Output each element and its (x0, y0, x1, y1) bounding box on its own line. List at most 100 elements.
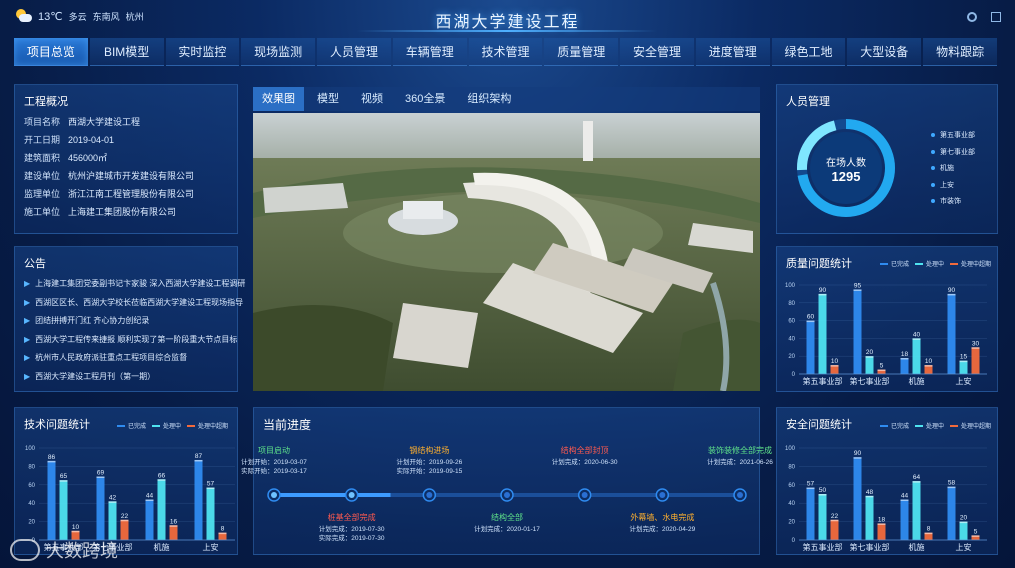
tech-panel: 技术问题统计 已完成 处理中 处理中超期 0 20 40 60 80 100 86 65 10 第… (14, 407, 238, 555)
bar-cap (830, 519, 839, 522)
bar-value-label: 5 (880, 363, 884, 370)
top-bar: 13℃ 多云 东南风 杭州 西湖大学建设工程 (0, 0, 1015, 36)
personnel-legend-item: 第五事业部 (931, 130, 975, 140)
bar-value-label: 15 (960, 354, 968, 361)
nav-item-2[interactable]: 实时监控 (165, 38, 240, 66)
bar (145, 499, 154, 540)
legend-dot-icon (931, 133, 935, 138)
notice-item[interactable]: ▶ 上海建工集团党委副书记卞家骏 深入西湖大学建设工程调研 (24, 278, 245, 289)
milestone: 装饰装修全部完成 计划完成：2021-06-26 (695, 445, 785, 467)
bar-cap (108, 501, 117, 503)
page-title: 西湖大学建设工程 (435, 14, 580, 31)
tab-0[interactable]: 效果图 (253, 87, 304, 111)
bar-cap (853, 457, 862, 459)
fullscreen-icon[interactable] (991, 12, 1001, 22)
x-tick-label: 上安 (203, 542, 219, 552)
tab-4[interactable]: 组织架构 (458, 87, 520, 111)
tab-1[interactable]: 模型 (308, 87, 348, 111)
notice-item[interactable]: ▶ 杭州市人民政府派驻重点工程项目综合监督 (24, 352, 187, 363)
milestone-date: 实际完成：2019-07-30 (318, 535, 385, 542)
milestone-date: 计划完成：2020-04-29 (629, 526, 696, 533)
bar-cap (947, 293, 956, 296)
x-tick-label: 机施 (909, 376, 925, 386)
bar-cap (912, 338, 921, 340)
notice-text: 杭州市人民政府派驻重点工程项目综合监督 (35, 353, 188, 362)
bar-value-label: 69 (97, 470, 105, 477)
nav-item-5[interactable]: 车辆管理 (392, 38, 467, 66)
bar-value-label: 30 (972, 340, 980, 347)
bar-cap (865, 495, 874, 498)
bar-value-label: 60 (807, 314, 815, 321)
personnel-legend-label: 机施 (940, 165, 954, 172)
y-tick-label: 40 (28, 501, 35, 507)
bar-value-label: 86 (48, 454, 56, 461)
nav-item-4[interactable]: 人员管理 (317, 38, 391, 66)
milestone: 项目启动 计划开始：2019-03-07 实际开始：2019-03-17 (229, 445, 319, 476)
overview-key: 开工日期 (24, 135, 61, 145)
nav-item-1[interactable]: BIM模型 (89, 38, 164, 66)
nav-item-0[interactable]: 项目总览 (14, 38, 88, 66)
personnel-legend-item: 上安 (931, 180, 954, 190)
bar (865, 356, 874, 374)
bar (865, 495, 874, 540)
nav-item-3[interactable]: 现场监测 (241, 38, 316, 66)
bar-cap (959, 521, 968, 524)
bar-cap (971, 347, 980, 349)
milestone-name: 结构全部封顶 (560, 446, 609, 455)
personnel-legend-label: 市装饰 (940, 198, 961, 205)
notice-item[interactable]: ▶ 西湖区区长、西湖大学校长莅临西湖大学建设工程现场指导 (24, 297, 243, 308)
quality-panel: 质量问题统计 已完成 处理中 处理中超期 0 20 40 60 80 100 60 90 10 第… (776, 246, 998, 392)
tab-3[interactable]: 360全景 (396, 87, 454, 111)
personnel-legend-item: 第七事业部 (931, 147, 975, 157)
overview-value: 上海建工集团股份有限公司 (68, 207, 177, 217)
milestone-name: 钢结构进场 (409, 446, 450, 455)
arrow-right-icon: ▶ (24, 279, 31, 288)
milestone-dot (271, 492, 277, 498)
personnel-title: 人员管理 (786, 96, 830, 108)
nav-item-12[interactable]: 物料跟踪 (923, 38, 997, 66)
notice-item[interactable]: ▶ 西湖大学工程传来捷报 顺利实现了第一阶段重大节点目标 (24, 334, 237, 345)
bar (96, 476, 105, 540)
overview-key: 项目名称 (24, 117, 61, 127)
nav-item-6[interactable]: 技术管理 (468, 38, 543, 66)
nav-item-8[interactable]: 安全管理 (620, 38, 694, 66)
legend-dot-icon (931, 182, 935, 187)
bar (947, 293, 956, 374)
nav-item-9[interactable]: 进度管理 (695, 38, 770, 66)
milestone-name: 结构全部 (491, 513, 523, 522)
personnel-legend-label: 第五事业部 (940, 132, 975, 139)
bar-value-label: 64 (913, 474, 921, 481)
bar (830, 519, 839, 540)
notice-item[interactable]: ▶ 西湖大学建设工程月刊（第一期） (24, 371, 155, 382)
legend-dot-icon (931, 149, 935, 154)
milestone: 结构全部封顶 计划完成：2020-06-30 (540, 445, 630, 467)
notice-item[interactable]: ▶ 团结拼搏开门红 齐心协力创纪录 (24, 315, 149, 326)
gear-icon[interactable] (967, 12, 977, 22)
y-tick-label: 0 (792, 372, 796, 378)
nav-item-7[interactable]: 质量管理 (544, 38, 619, 66)
milestone-dot (426, 492, 433, 498)
bar-cap (59, 480, 68, 482)
x-tick-label: 第七事业部 (850, 542, 890, 552)
personnel-count: 1295 (831, 169, 861, 184)
overview-row: 施工单位 上海建工集团股份有限公司 (24, 205, 176, 218)
tech-bar-chart: 020406080100866510第五事业部694222第七事业部446616… (25, 446, 235, 552)
bar-value-label: 40 (913, 331, 921, 338)
bar (959, 521, 968, 540)
overview-key: 监理单位 (24, 189, 61, 199)
bar-value-label: 5 (974, 528, 978, 535)
y-tick-label: 20 (788, 520, 795, 526)
overview-key: 建筑面积 (24, 153, 61, 163)
bar (206, 487, 215, 540)
milestone-dot (737, 492, 743, 498)
bar-cap (145, 499, 154, 502)
nav-item-11[interactable]: 大型设备 (847, 38, 922, 66)
tab-2[interactable]: 视频 (352, 87, 392, 111)
milestone-date: 实际开始：2019-09-15 (396, 468, 463, 475)
bar-value-label: 50 (819, 487, 827, 494)
milestone-date: 计划完成：2019-07-30 (318, 526, 385, 533)
bar-cap (877, 369, 886, 372)
overview-row: 建筑面积 456000㎡ (24, 151, 107, 164)
nav-item-10[interactable]: 绿色工地 (771, 38, 846, 66)
bar (818, 293, 827, 374)
